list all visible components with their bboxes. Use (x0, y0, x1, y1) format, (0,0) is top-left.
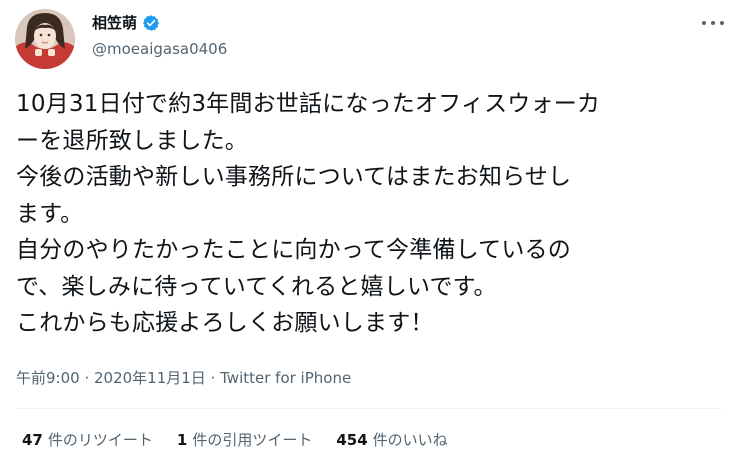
quote-label: 件の引用ツイート (192, 431, 313, 449)
user-handle[interactable]: @moeaigasa0406 (92, 40, 227, 58)
verified-badge-icon (142, 15, 160, 31)
profile-photo-icon (15, 9, 75, 69)
retweet-count: 47 (22, 431, 43, 449)
likes-stat[interactable]: 454 件のいいね (336, 430, 447, 450)
tweet-line: これからも応援よろしくお願いします！ (16, 310, 434, 336)
name-row: 相笠萌 (92, 14, 160, 32)
quote-count: 1 (176, 431, 188, 449)
dot (702, 21, 706, 25)
tweet-line: 自分のやりたかったことに向かって今準備しているの (16, 237, 571, 263)
tweet-date[interactable]: 2020年11月1日 (94, 369, 206, 387)
tweet-text: 10月31日付で約3年間お世話になったオフィスウォーカ ーを退所致しました。 今… (16, 86, 730, 342)
retweet-label: 件のリツイート (47, 431, 153, 449)
tweet-line: ーを退所致しました。 (16, 127, 248, 154)
dot (720, 21, 724, 25)
tweet-line: 今後の活動や新しい事務所についてはまたお知らせし (16, 164, 572, 190)
tweet-stats: 47 件のリツイート 1 件の引用ツイート 454 件のいいね (22, 430, 448, 450)
tweet-meta: 午前9:00 · 2020年11月1日 · Twitter for iPhone (16, 368, 351, 388)
avatar[interactable] (15, 9, 75, 69)
tweet-line: で、楽しみに待っていてくれると嬉しいです。 (16, 273, 497, 300)
tweet-line: 10月31日付で約3年間お世話になったオフィスウォーカ (16, 91, 601, 117)
tweet-time[interactable]: 午前9:00 (16, 369, 80, 387)
display-name[interactable]: 相笠萌 (92, 14, 137, 32)
tweet-line: ます。 (16, 200, 84, 227)
meta-separator: · (79, 369, 94, 387)
retweets-stat[interactable]: 47 件のリツイート (22, 430, 153, 450)
tweet-client[interactable]: Twitter for iPhone (220, 369, 351, 387)
meta-separator: · (205, 369, 221, 387)
quotes-stat[interactable]: 1 件の引用ツイート (177, 430, 312, 450)
more-horizontal-icon[interactable] (702, 14, 724, 32)
tweet-card: 相笠萌 @moeaigasa0406 10月31日付で約3年間お世話になったオフ… (0, 0, 738, 466)
like-count: 454 (336, 431, 368, 449)
divider (16, 408, 722, 409)
dot (711, 21, 715, 25)
like-label: 件のいいね (372, 431, 448, 449)
